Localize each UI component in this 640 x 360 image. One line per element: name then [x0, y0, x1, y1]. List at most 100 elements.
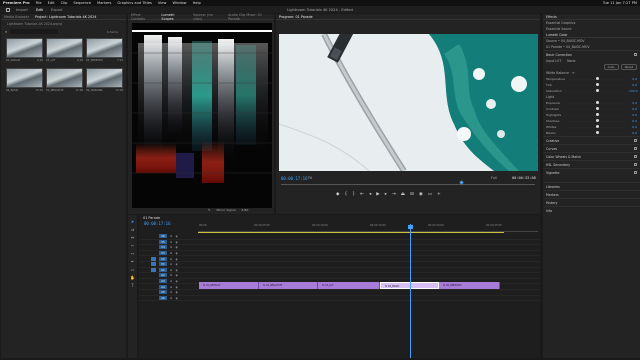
menu-edit[interactable]: Edit: [48, 1, 55, 5]
slider-value[interactable]: 0.0: [629, 107, 637, 111]
eye-icon[interactable]: ◉: [175, 245, 177, 249]
slider-knob[interactable]: [596, 113, 599, 117]
input-lut-select[interactable]: None: [567, 59, 575, 63]
sequence-tab[interactable]: 01 Parade: [143, 216, 160, 220]
hand-tool-icon[interactable]: ✋: [130, 275, 135, 280]
extract-icon[interactable]: ⊟: [410, 192, 414, 197]
slider-track[interactable]: [569, 77, 626, 81]
source-patch[interactable]: [151, 279, 156, 283]
lock-icon[interactable]: ⊠: [170, 279, 172, 283]
tab-effects[interactable]: Effects: [546, 15, 557, 19]
slider-value[interactable]: 0.0: [629, 131, 637, 135]
tab-program[interactable]: Program: 01 Parade: [279, 15, 313, 19]
slider-knob[interactable]: [596, 77, 599, 81]
tab-markers[interactable]: Markers: [546, 193, 559, 197]
slider-track[interactable]: [569, 125, 626, 129]
reset-button[interactable]: Reset: [620, 64, 637, 70]
slider-knob[interactable]: [596, 131, 599, 135]
tab-export[interactable]: Export: [51, 8, 63, 12]
rectangle-tool-icon[interactable]: ▭: [131, 267, 135, 272]
track-name[interactable]: A2: [159, 273, 167, 278]
search-input[interactable]: [10, 29, 59, 34]
tab-import[interactable]: Import: [16, 8, 28, 12]
curves-checkbox[interactable]: [634, 147, 637, 150]
source-patch[interactable]: [151, 251, 156, 255]
color-wheels-section[interactable]: Color Wheels & Match: [546, 155, 581, 159]
program-video-frame[interactable]: [279, 34, 538, 171]
play-icon[interactable]: ▶: [376, 192, 379, 197]
eye-icon[interactable]: ◉: [175, 290, 177, 294]
lock-icon[interactable]: ⊠: [170, 268, 172, 272]
eye-icon[interactable]: ◉: [175, 296, 177, 300]
razor-tool-icon[interactable]: ✂: [131, 243, 134, 248]
slider-knob[interactable]: [596, 83, 599, 87]
lock-icon[interactable]: ⊠: [170, 296, 172, 300]
tab-effect-controls[interactable]: Effect Controls: [131, 13, 155, 21]
menu-markers[interactable]: Markers: [97, 1, 111, 5]
tab-lumetri-color[interactable]: Lumetri Color: [546, 33, 568, 37]
track-name[interactable]: A6: [159, 295, 167, 300]
menu-window[interactable]: Window: [172, 1, 186, 5]
source-patch[interactable]: [151, 285, 156, 289]
lift-icon[interactable]: ⏏: [401, 192, 405, 197]
menu-graphics[interactable]: Graphics and Titles: [117, 1, 152, 5]
step-forward-icon[interactable]: ▸: [385, 192, 387, 197]
zoom-select[interactable]: Fit: [308, 176, 312, 180]
mirror-signal-label[interactable]: Mirror Signal: [217, 208, 236, 212]
tab-edit[interactable]: Edit: [36, 8, 43, 12]
tab-project[interactable]: Project: Lightroom Tutorials 4K 2024: [35, 15, 97, 19]
mark-out-icon[interactable]: }: [352, 192, 355, 197]
selection-tool-icon[interactable]: ➤: [131, 219, 134, 224]
source-patch[interactable]: [151, 273, 156, 277]
lock-icon[interactable]: ⊠: [170, 285, 172, 289]
track-name[interactable]: A4: [159, 284, 167, 289]
eye-icon[interactable]: ◉: [175, 251, 177, 255]
lock-icon[interactable]: ⊠: [170, 257, 172, 261]
basic-correction-checkbox[interactable]: [634, 53, 637, 56]
slider-value[interactable]: 0.0: [629, 83, 637, 87]
slider-knob[interactable]: [596, 89, 599, 93]
menu-view[interactable]: View: [158, 1, 167, 5]
lock-icon[interactable]: ⊠: [170, 273, 172, 277]
slider-knob[interactable]: [596, 101, 599, 105]
tab-history[interactable]: History: [546, 201, 557, 205]
bin-item[interactable]: 01_Default 6:20: [6, 38, 43, 65]
program-scrub-bar[interactable]: [281, 184, 535, 186]
timeline-clip[interactable]: fx 02_NEGATIVE: [259, 282, 318, 289]
auto-button[interactable]: Auto: [603, 64, 619, 70]
timeline-ruler[interactable]: 00:00 00:00:05:00 00:00:10:00 00:00:15:0…: [198, 224, 538, 232]
menu-sequence[interactable]: Sequence: [73, 1, 91, 5]
eye-icon[interactable]: ◉: [175, 285, 177, 289]
track-name[interactable]: V4: [159, 245, 167, 250]
bin-item[interactable]: 03_LUT 6:20: [46, 38, 83, 65]
slider-value[interactable]: 0.0: [629, 101, 637, 105]
slip-tool-icon[interactable]: ↔: [131, 251, 134, 256]
lock-icon[interactable]: ⊠: [170, 234, 172, 238]
source-patch[interactable]: [151, 267, 156, 272]
eye-icon[interactable]: ◉: [175, 273, 177, 277]
track-name[interactable]: V5: [159, 239, 167, 244]
eye-icon[interactable]: ◉: [175, 262, 177, 266]
hsl-checkbox[interactable]: [634, 163, 637, 166]
lock-icon[interactable]: ⊠: [170, 262, 172, 266]
tab-libraries[interactable]: Libraries: [546, 185, 560, 189]
eye-icon[interactable]: ◉: [175, 268, 177, 272]
lock-icon[interactable]: ⊠: [170, 290, 172, 294]
basic-correction-header[interactable]: Basic Correction: [546, 53, 572, 57]
slider-track[interactable]: [569, 113, 626, 117]
slider-value[interactable]: 0.0: [629, 77, 637, 81]
slider-track[interactable]: [569, 101, 626, 105]
slider-knob[interactable]: [596, 125, 599, 129]
export-frame-icon[interactable]: ◉: [419, 192, 423, 197]
target-label[interactable]: 01 Parade • 04_BASIC.MOV: [546, 45, 590, 49]
slider-track[interactable]: [569, 107, 626, 111]
track-name[interactable]: V2: [159, 256, 167, 261]
slider-track[interactable]: [569, 89, 626, 93]
timeline-playhead[interactable]: [410, 224, 411, 358]
bin-item[interactable]: 05_WB/EXPO 7:10: [86, 38, 123, 65]
source-patch[interactable]: [151, 240, 156, 244]
creative-checkbox[interactable]: [634, 139, 637, 142]
step-back-icon[interactable]: ◂: [369, 192, 371, 197]
source-patch[interactable]: [151, 234, 156, 238]
color-wheels-checkbox[interactable]: [634, 155, 637, 158]
